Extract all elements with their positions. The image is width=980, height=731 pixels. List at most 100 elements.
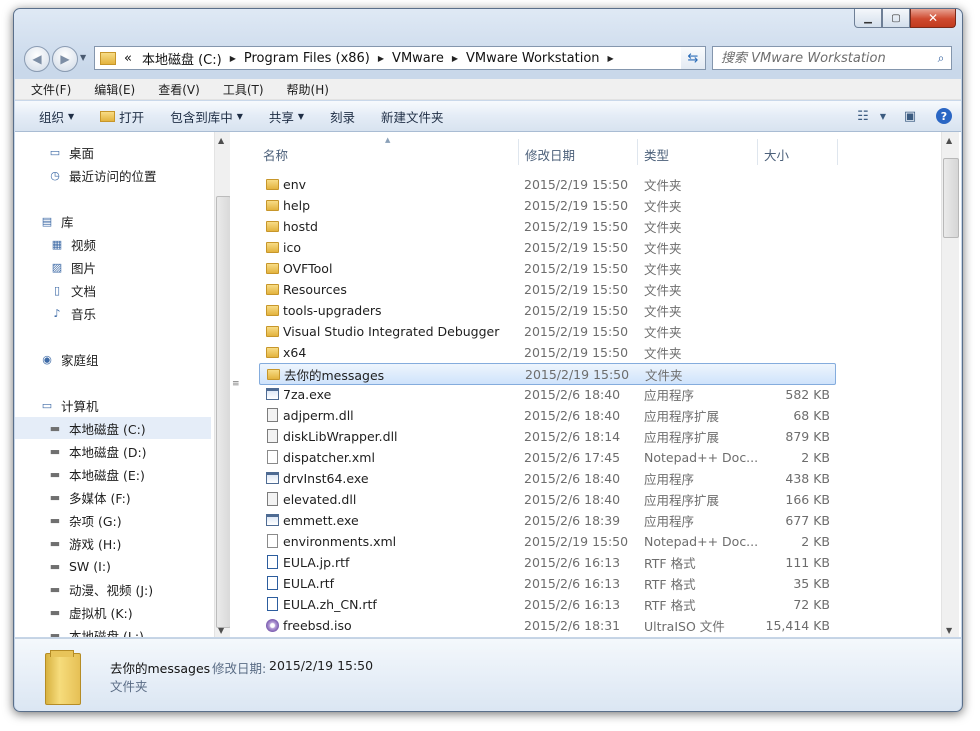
navigation-bar: ◀ ▶ ▼ « 本地磁盘 (C:) ▶ Program Files (x86) … [14, 43, 962, 73]
menu-view[interactable]: 查看(V) [141, 81, 206, 98]
scroll-down-icon[interactable]: ▼ [946, 626, 952, 635]
new-folder-button[interactable]: 新建文件夹 [368, 107, 457, 126]
file-row[interactable]: dispatcher.xml 2015/2/6 17:45 Notepad++ Do… [259, 447, 834, 467]
nav-item-9[interactable]: ▬ 本地磁盘 (C:) [15, 417, 211, 439]
breadcrumb-vmware-workstation[interactable]: VMware Workstation [460, 51, 606, 66]
nav-item-10[interactable]: ▬ 本地磁盘 (D:) [15, 440, 211, 462]
file-row[interactable]: EULA.jp.rtf 2015/2/6 16:13 RTF 格式 111 KB [259, 552, 834, 572]
nav-item-11[interactable]: ▬ 本地磁盘 (E:) [15, 463, 211, 485]
breadcrumb-arrow-icon[interactable]: ▶ [606, 54, 616, 63]
file-row[interactable]: drvInst64.exe 2015/2/6 18:40 应用程序 438 KB [259, 468, 834, 488]
file-row[interactable]: hostd 2015/2/19 15:50 文件夹 [259, 216, 834, 236]
nav-item-0[interactable]: ▭ 桌面 [15, 141, 211, 163]
scroll-up-icon[interactable]: ▲ [218, 136, 224, 145]
burn-button[interactable]: 刻录 [317, 107, 368, 126]
open-button[interactable]: 打开 [87, 107, 157, 126]
breadcrumb-arrow-icon[interactable]: ▶ [228, 54, 238, 63]
back-arrow-icon: ◀ [32, 52, 42, 66]
nav-item-label: 多媒体 (F:) [69, 490, 131, 506]
nav-item-6[interactable]: ♪ 音乐 [15, 302, 211, 324]
help-icon[interactable]: ? [936, 108, 952, 124]
breadcrumb-arrow-icon[interactable]: ▶ [450, 54, 460, 63]
file-list-scrollbar[interactable]: ▲ ▼ [941, 132, 959, 637]
column-divider[interactable] [837, 139, 838, 165]
nav-item-5[interactable]: ▯ 文档 [15, 279, 211, 301]
nav-item-3[interactable]: ▦ 视频 [15, 233, 211, 255]
recent-pages-dropdown[interactable]: ▼ [80, 53, 86, 62]
file-row[interactable]: environments.xml 2015/2/19 15:50 Notepad++… [259, 531, 834, 551]
menu-help[interactable]: 帮助(H) [270, 81, 335, 98]
menu-file[interactable]: 文件(F) [15, 81, 77, 98]
breadcrumb-program-files[interactable]: Program Files (x86) [238, 51, 376, 66]
navigation-scrollbar[interactable]: ▲ ▼ [214, 132, 231, 637]
nav-item-4[interactable]: ▨ 图片 [15, 256, 211, 278]
nav-item-18[interactable]: ▬ 本地磁盘 (L:) [15, 624, 211, 638]
nav-item-17[interactable]: ▬ 虚拟机 (K:) [15, 601, 211, 623]
column-divider[interactable] [637, 139, 638, 165]
nav-item-12[interactable]: ▬ 多媒体 (F:) [15, 486, 211, 508]
file-row[interactable]: diskLibWrapper.dll 2015/2/6 18:14 应用程序扩展 87… [259, 426, 834, 446]
menu-tools[interactable]: 工具(T) [206, 81, 270, 98]
address-bar[interactable]: « 本地磁盘 (C:) ▶ Program Files (x86) ▶ VMwa… [94, 46, 706, 70]
breadcrumb-drive-c[interactable]: 本地磁盘 (C:) [136, 49, 228, 68]
nav-item-2[interactable]: ▤ 库 [15, 210, 211, 232]
file-row[interactable]: freebsd.iso 2015/2/6 18:31 UltraISO 文件 15,4… [259, 615, 834, 635]
scroll-up-icon[interactable]: ▲ [946, 136, 952, 145]
file-list-scroll-thumb[interactable] [943, 158, 959, 238]
nav-item-8[interactable]: ▭ 计算机 [15, 394, 211, 416]
column-header-name[interactable]: 名称 [263, 132, 288, 176]
file-row[interactable]: adjperm.dll 2015/2/6 18:40 应用程序扩展 68 KB [259, 405, 834, 425]
file-row[interactable]: tools-upgraders 2015/2/19 15:50 文件夹 [259, 300, 834, 320]
refresh-button[interactable]: ⇆ [681, 46, 706, 70]
file-row[interactable]: x64 2015/2/19 15:50 文件夹 [259, 342, 834, 362]
preview-pane-icon[interactable]: ▣ [890, 109, 930, 124]
navigation-scroll-thumb[interactable] [216, 196, 231, 628]
organize-label: 组织 [39, 109, 65, 125]
nav-item-16[interactable]: ▬ 动漫、视频 (J:) [15, 578, 211, 600]
file-row[interactable]: 7za.exe 2015/2/6 18:40 应用程序 582 KB [259, 384, 834, 404]
nav-item-14[interactable]: ▬ 游戏 (H:) [15, 532, 211, 554]
address-overflow[interactable]: « [116, 51, 136, 66]
file-row[interactable]: 去你的messages 2015/2/19 15:50 文件夹 [259, 363, 836, 385]
nav-item-1[interactable]: ◷ 最近访问的位置 [15, 164, 211, 186]
pane-splitter[interactable]: ≡ [230, 132, 244, 637]
nav-item-7[interactable]: ◉ 家庭组 [15, 348, 211, 370]
share-button[interactable]: 共享 ▼ [256, 107, 317, 126]
column-divider[interactable] [518, 139, 519, 165]
folder-icon [100, 51, 116, 65]
file-row[interactable]: EULA.rtf 2015/2/6 16:13 RTF 格式 35 KB [259, 573, 834, 593]
file-row[interactable]: ico 2015/2/19 15:50 文件夹 [259, 237, 834, 257]
column-header-size[interactable]: 大小 [764, 132, 789, 176]
file-row[interactable]: Resources 2015/2/19 15:50 文件夹 [259, 279, 834, 299]
view-options-icon[interactable]: ☷ [850, 109, 876, 124]
documents-icon: ▯ [53, 283, 61, 297]
menu-edit[interactable]: 编辑(E) [77, 81, 141, 98]
file-row[interactable]: env 2015/2/19 15:50 文件夹 [259, 174, 834, 194]
close-button[interactable]: ✕ [910, 9, 956, 28]
file-row[interactable]: elevated.dll 2015/2/6 18:40 应用程序扩展 166 KB [259, 489, 834, 509]
nav-item-15[interactable]: ▬ SW (I:) [15, 555, 211, 577]
breadcrumb-vmware[interactable]: VMware [386, 51, 450, 66]
view-dropdown-icon[interactable]: ▼ [876, 112, 890, 121]
search-icon[interactable]: ⌕ [931, 51, 951, 66]
file-row[interactable]: help 2015/2/19 15:50 文件夹 [259, 195, 834, 215]
column-header-type[interactable]: 类型 [644, 132, 669, 176]
file-row[interactable]: EULA.zh_CN.rtf 2015/2/6 16:13 RTF 格式 72 KB [259, 594, 834, 614]
minimize-button[interactable]: ▁ [854, 9, 882, 28]
include-in-library-button[interactable]: 包含到库中 ▼ [157, 107, 256, 126]
search-input[interactable] [713, 49, 931, 67]
maximize-button[interactable]: ▢ [882, 9, 910, 28]
scroll-down-icon[interactable]: ▼ [218, 626, 224, 635]
back-button[interactable]: ◀ [24, 46, 50, 72]
organize-button[interactable]: 组织 ▼ [15, 107, 87, 126]
column-header-date[interactable]: 修改日期 [525, 132, 575, 176]
file-row[interactable]: OVFTool 2015/2/19 15:50 文件夹 [259, 258, 834, 278]
forward-button[interactable]: ▶ [52, 46, 78, 72]
file-row[interactable]: emmett.exe 2015/2/6 18:39 应用程序 677 KB [259, 510, 834, 530]
nav-item-13[interactable]: ▬ 杂项 (G:) [15, 509, 211, 531]
column-divider[interactable] [757, 139, 758, 165]
folder-icon [265, 240, 279, 254]
file-row[interactable]: Visual Studio Integrated Debugger 2015/2/… [259, 321, 834, 341]
file-row[interactable]: freebsd.iso.sig2015/2/6 18:31SIG 文件1 KB [259, 636, 834, 637]
breadcrumb-arrow-icon[interactable]: ▶ [376, 54, 386, 63]
